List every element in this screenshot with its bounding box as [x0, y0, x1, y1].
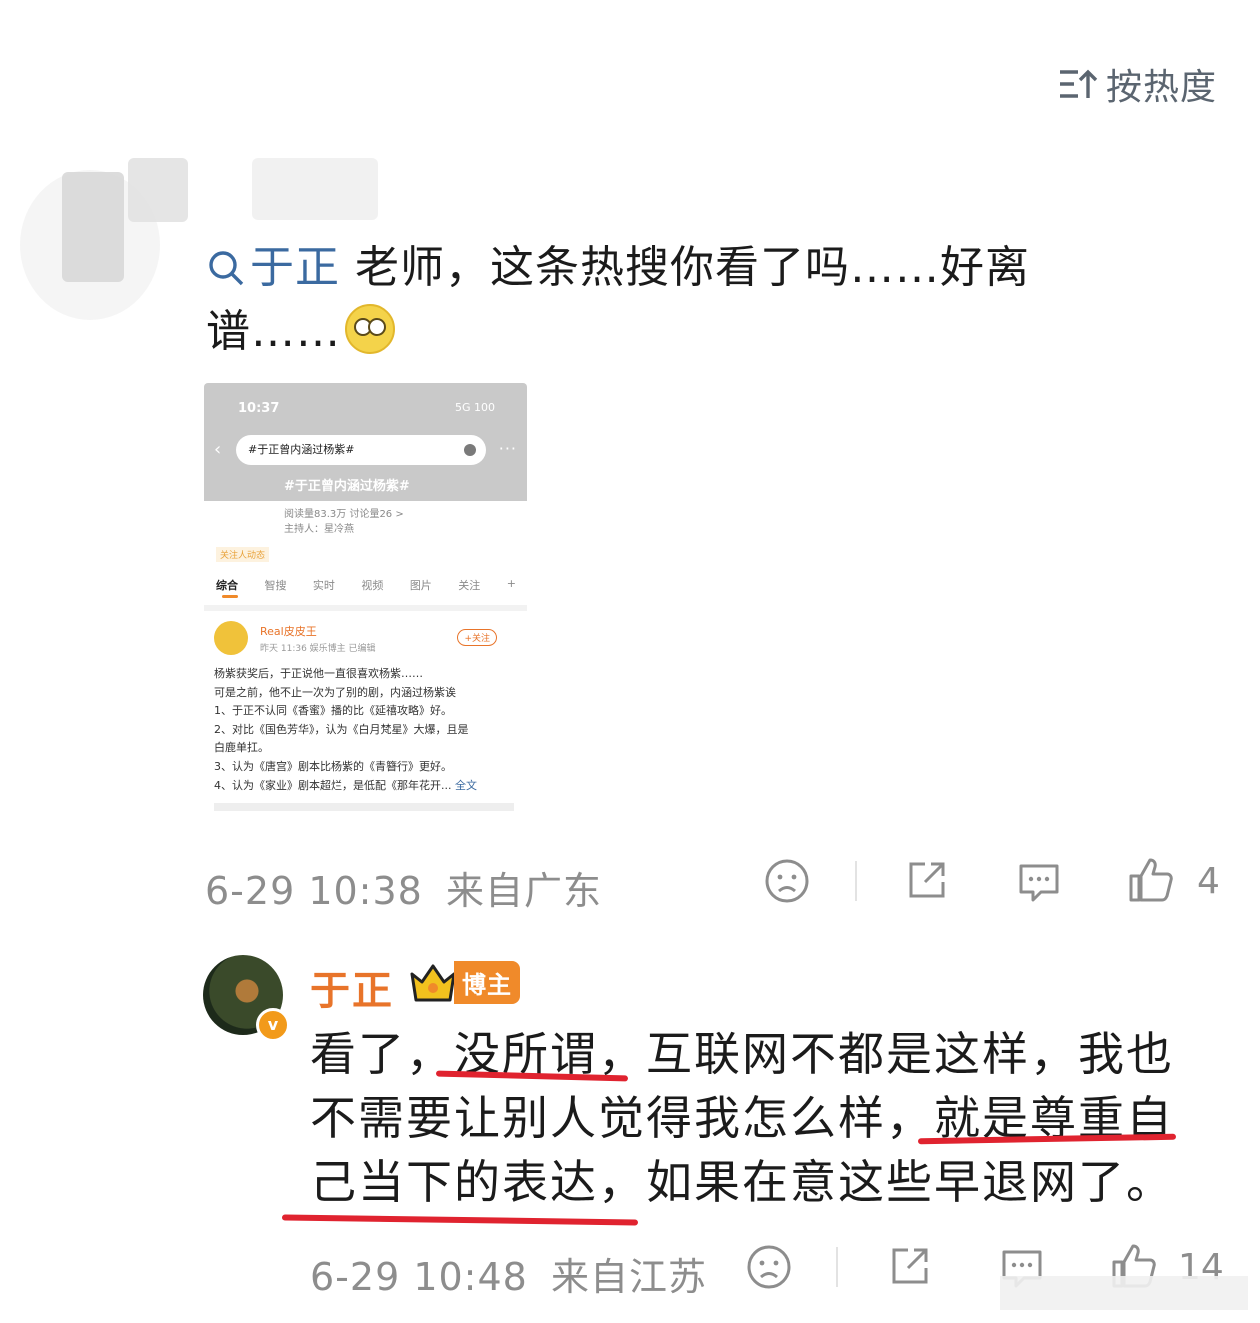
share-icon[interactable] — [886, 1244, 932, 1290]
post-meta: 昨天 11:36 娱乐博主 已编辑 — [260, 644, 376, 654]
mention-link[interactable]: 于正 — [206, 242, 340, 293]
comment-icon[interactable] — [1015, 858, 1063, 906]
dislike-face-icon[interactable] — [764, 858, 810, 904]
post-line: 白鹿单扛。 — [214, 741, 269, 755]
like-count: 4 — [1197, 861, 1220, 902]
mention-name: 于正 — [250, 242, 340, 293]
attached-screenshot-image[interactable]: 10:37 5G 100 ‹ #于正曾内涵过杨紫# ··· #于正曾内涵过杨紫#… — [204, 383, 527, 817]
rolling-eyes-emoji-icon — [345, 304, 395, 354]
post-line: 可是之前，他不止一次为了别的剧，内涵过杨紫诶 — [214, 685, 456, 699]
blur-patch — [1000, 1276, 1248, 1310]
follow-activity-tag: 关注人动态 — [216, 547, 270, 562]
timestamp: 6-29 10:48 — [310, 1255, 528, 1299]
topic-title: #于正曾内涵过杨紫# — [284, 479, 410, 494]
timestamp: 6-29 10:38 — [205, 869, 423, 913]
status-time: 10:37 — [238, 401, 280, 416]
post-line: 1、于正不认同《香蜜》播的比《延禧攻略》好。 — [214, 704, 452, 718]
search-icon — [209, 251, 244, 286]
tab: + — [506, 577, 516, 590]
active-tab-indicator — [222, 595, 238, 598]
sort-by-hot-button[interactable]: 按热度 — [1058, 58, 1217, 110]
blogger-badge: 博主 — [408, 960, 520, 1004]
comment-meta: 6-29 10:38 来自广东 — [205, 860, 602, 915]
tab: 视频 — [361, 579, 384, 592]
clear-icon — [464, 444, 476, 456]
post-line: 2、对比《国色芳华》，认为《白月梵星》大爆，且是 — [214, 722, 469, 736]
blurred-username — [252, 158, 378, 220]
blur-patch — [128, 158, 188, 222]
search-bar: #于正曾内涵过杨紫# — [236, 435, 486, 465]
tab: 关注 — [458, 579, 481, 592]
divider — [204, 605, 527, 611]
search-query: #于正曾内涵过杨紫# — [248, 443, 355, 456]
location: 来自江苏 — [550, 1255, 707, 1299]
post-username: Real皮皮王 — [260, 625, 317, 638]
share-icon[interactable] — [903, 858, 949, 904]
divider — [855, 861, 857, 901]
post-avatar — [214, 621, 248, 655]
post-line: 4、认为《家业》剧本超烂，是低配《那年花开... — [214, 778, 452, 792]
post-line: 杨紫获奖后，于正说他一直很喜欢杨紫…… — [214, 667, 423, 680]
cropped-row — [214, 803, 514, 811]
post-body: 杨紫获奖后，于正说他一直很喜欢杨紫…… 可是之前，他不止一次为了别的剧，内涵过杨… — [214, 665, 519, 795]
blur-patch — [62, 172, 124, 282]
status-signal: 5G 100 — [454, 401, 495, 414]
red-underline — [281, 1214, 639, 1226]
divider — [836, 1247, 838, 1287]
stats-line: 阅读量83.3万 讨论量26 > — [284, 509, 404, 520]
comment-text: 于正 老师，这条热搜你看了吗……好离谱…… — [206, 236, 1136, 364]
badge-label: 博主 — [454, 960, 520, 1004]
tab: 实时 — [312, 579, 335, 592]
follow-button: +关注 — [457, 629, 497, 646]
tab: 综合 — [216, 579, 238, 592]
location: 来自广东 — [445, 869, 602, 913]
crown-icon — [410, 964, 456, 1002]
more-icon: ··· — [498, 439, 517, 458]
host-line: 主持人：星冷燕 — [284, 524, 354, 535]
topic-stats: 阅读量83.3万 讨论量26 > 主持人：星冷燕 — [284, 507, 404, 537]
back-arrow-icon: ‹ — [214, 439, 222, 460]
dislike-face-icon[interactable] — [746, 1244, 792, 1290]
sort-label: 按热度 — [1106, 67, 1218, 108]
reply-text: 看了，没所谓，互联网不都是这样，我也不需要让别人觉得我怎么样，就是尊重自己当下的… — [310, 1027, 1174, 1209]
like-thumb-icon[interactable] — [1127, 856, 1175, 904]
reply-meta: 6-29 10:48 来自江苏 — [310, 1246, 707, 1301]
post-line: 3、认为《唐宫》剧本比杨紫的《青簪行》更好。 — [214, 759, 452, 773]
tab: 图片 — [409, 579, 432, 592]
sort-icon — [1058, 66, 1098, 102]
full-text-link: 全文 — [455, 778, 477, 792]
screenshot-tabs: 综合 智搜 实时 视频 图片 关注 + — [216, 577, 516, 593]
reply-username[interactable]: 于正 — [310, 958, 394, 1016]
verified-badge-icon: v — [256, 1008, 290, 1042]
tab: 智搜 — [264, 579, 287, 592]
